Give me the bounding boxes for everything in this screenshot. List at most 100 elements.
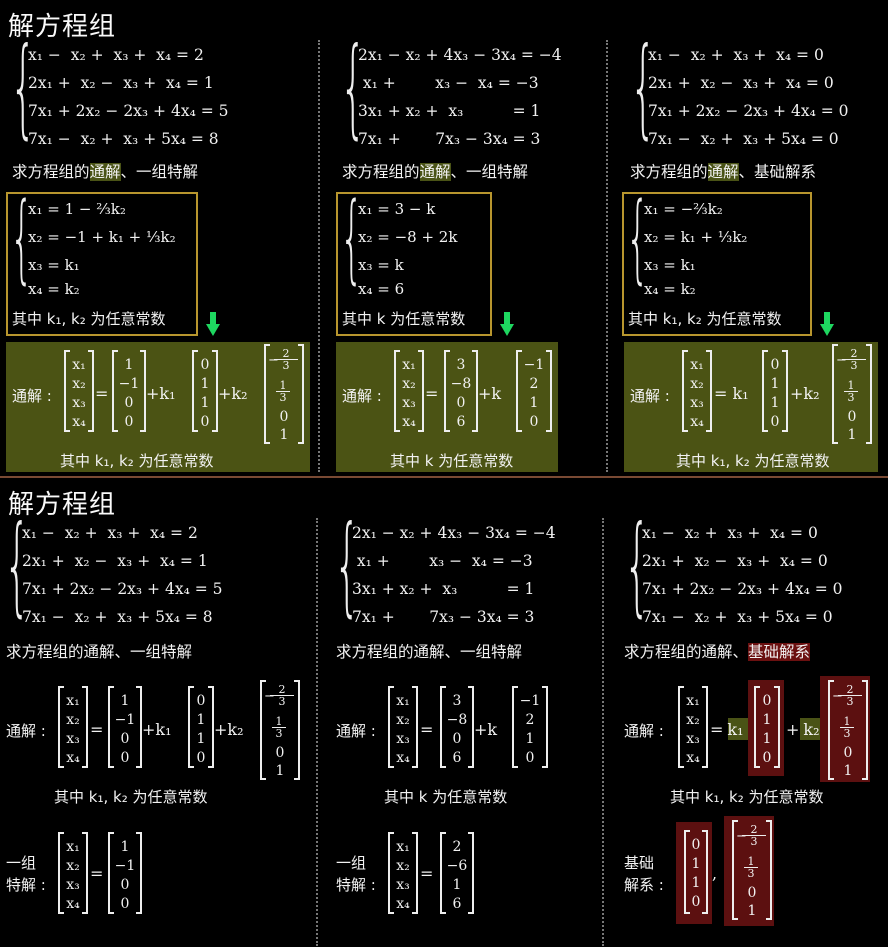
constant-note: 其中 k₁, k₂ 为任意常数 <box>628 310 782 328</box>
equation-line: x₁ − x₂ + x₃ + x₄ = 0 <box>642 524 818 542</box>
highlight-general: 通解 <box>707 163 739 181</box>
equation-line: x₁ − x₂ + x₃ + x₄ = 2 <box>28 46 204 64</box>
constant-note: 其中 k 为任意常数 <box>390 452 514 470</box>
vector-basis-2: −2 3 13 01 <box>264 344 304 444</box>
solution-box-1: { x₁ = 1 − ⅔k₂ x₂ = −1 + k₁ + ⅓k₂ x₃ = k… <box>6 190 198 336</box>
general-label: 通解 : <box>624 722 664 740</box>
column-divider <box>606 40 608 472</box>
vector-particular: 1 −1 0 0 <box>112 350 146 432</box>
comma: , <box>712 864 718 883</box>
vector-x: x₁ x₂ x₃ x₄ <box>58 686 88 768</box>
plus-k2: +k₂ <box>786 720 820 739</box>
vector-basis: −1 2 1 0 <box>516 350 552 432</box>
vector-basis-2: −2 3 13 01 <box>828 680 868 780</box>
constant-note: 其中 k₁, k₂ 为任意常数 <box>676 452 830 470</box>
equation-line: 7x₁ + 2x₂ − 2x₃ + 4x₄ = 5 <box>28 102 229 120</box>
solution-line: x₃ = k₁ <box>644 256 696 274</box>
highlight-general: 通解 <box>419 163 451 181</box>
equals-sign: = <box>425 384 439 403</box>
equals-sign: = <box>420 720 434 739</box>
constant-note: 其中 k₁, k₂ 为任意常数 <box>54 788 208 806</box>
particular-label: 特解 : <box>336 876 376 894</box>
question-text: 求方程组的通解、一组特解 <box>342 163 529 181</box>
plus-k1: +k₁ <box>142 720 172 739</box>
question-text: 求方程组的通解、一组特解 <box>6 643 193 661</box>
column-divider <box>318 40 320 472</box>
equals-sign: = <box>90 864 104 883</box>
plus-k1: +k₁ <box>146 384 176 403</box>
column-divider <box>602 518 604 946</box>
constant-note: 其中 k₁, k₂ 为任意常数 <box>60 452 214 470</box>
question-text: 求方程组的通解、一组特解 <box>336 643 523 661</box>
equation-line: 2x₁ − x₂ + 4x₃ − 3x₄ = −4 <box>358 46 562 64</box>
equation-system-2: { 2x₁ − x₂ + 4x₃ − 3x₄ = −4 x₁ + x₃ − x₄… <box>334 512 584 636</box>
general-label: 通解 : <box>630 387 670 405</box>
general-label: 通解 : <box>6 722 46 740</box>
equation-line: 7x₁ + 7x₃ − 3x₄ = 3 <box>358 130 541 148</box>
vector-x: x₁ x₂ x₃ x₄ <box>394 350 424 432</box>
equation-line: 2x₁ − x₂ + 4x₃ − 3x₄ = −4 <box>352 524 556 542</box>
plus-k: +k <box>474 720 498 739</box>
vector-basis-2: −2 3 13 01 <box>260 680 300 780</box>
solution-box-2: { x₁ = 3 − k x₂ = −8 + 2k x₃ = k x₄ = 6 … <box>336 190 492 336</box>
solution-line: x₂ = −8 + 2k <box>358 228 458 246</box>
equation-line: 2x₁ + x₂ − x₃ + x₄ = 0 <box>642 552 828 570</box>
vector-x: x₁ x₂ x₃ x₄ <box>64 350 94 432</box>
equation-system-3: { x₁ − x₂ + x₃ + x₄ = 0 2x₁ + x₂ − x₃ + … <box>624 512 874 636</box>
equation-line: x₁ + x₃ − x₄ = −3 <box>358 74 539 92</box>
basis-vector-1: 0110 <box>684 830 708 914</box>
equation-system-3: { x₁ − x₂ + x₃ + x₄ = 0 2x₁ + x₂ − x₃ + … <box>630 34 880 158</box>
solution-line: x₃ = k <box>358 256 404 274</box>
constant-note: 其中 k 为任意常数 <box>342 310 466 328</box>
equals-sign: = <box>95 384 109 403</box>
solution-line: x₂ = −1 + k₁ + ⅓k₂ <box>28 228 176 246</box>
equation-line: 7x₁ + 2x₂ − 2x₃ + 4x₄ = 0 <box>642 580 843 598</box>
equation-line: 7x₁ + 2x₂ − 2x₃ + 4x₄ = 0 <box>648 102 849 120</box>
equation-line: 3x₁ + x₂ + x₃ = 1 <box>352 580 535 598</box>
equation-line: 3x₁ + x₂ + x₃ = 1 <box>358 102 541 120</box>
highlight-general: 通解 <box>89 163 121 181</box>
plus-k2: +k₂ <box>214 720 244 739</box>
vector-basis-1: 0110 <box>188 686 214 768</box>
vector-particular: 3 −8 0 6 <box>440 686 474 768</box>
vector-x: x₁ x₂ x₃ x₄ <box>388 686 418 768</box>
column-divider <box>316 518 318 946</box>
general-label: 通解 : <box>336 722 376 740</box>
equation-line: 2x₁ + x₂ − x₃ + x₄ = 0 <box>648 74 834 92</box>
vector-particular: 2 −6 1 6 <box>440 832 474 914</box>
equation-line: 7x₁ − x₂ + x₃ + 5x₄ = 0 <box>648 130 839 148</box>
vector-basis-1: 0110 <box>192 350 218 432</box>
section-divider <box>0 476 888 478</box>
particular-label: 特解 : <box>6 876 46 894</box>
basis-vector-2: −2 3 13 01 <box>732 820 772 920</box>
equation-line: x₁ − x₂ + x₃ + x₄ = 0 <box>648 46 824 64</box>
vector-x: x₁ x₂ x₃ x₄ <box>388 832 418 914</box>
plus-k2: +k₂ <box>218 384 248 403</box>
vector-basis-1: 0110 <box>754 686 780 768</box>
vector-x: x₁ x₂ x₃ x₄ <box>58 832 88 914</box>
equation-line: 7x₁ − x₂ + x₃ + 5x₄ = 0 <box>642 608 833 626</box>
equation-line: 2x₁ + x₂ − x₃ + x₄ = 1 <box>28 74 214 92</box>
vector-basis-1: 0110 <box>762 350 788 432</box>
solution-line: x₃ = k₁ <box>28 256 80 274</box>
question-text: 求方程组的通解、一组特解 <box>12 163 199 181</box>
solution-line: x₁ = −⅔k₂ <box>644 200 723 218</box>
highlight-basis: 基础解系 <box>748 643 811 661</box>
vector-basis-2: −2 3 13 01 <box>832 344 872 444</box>
constant-note: 其中 k₁, k₂ 为任意常数 <box>670 788 824 806</box>
solution-line: x₄ = 6 <box>358 280 405 298</box>
general-label: 通解 : <box>342 387 382 405</box>
particular-label: 一组 <box>6 854 37 872</box>
arrow-down-icon <box>206 312 220 338</box>
arrow-down-icon <box>500 312 514 338</box>
vector-particular: 1 −1 0 0 <box>108 686 142 768</box>
question-text: 求方程组的通解、基础解系 <box>630 163 817 181</box>
equals-sign: = <box>90 720 104 739</box>
equals-sign: = <box>420 864 434 883</box>
equation-line: 7x₁ − x₂ + x₃ + 5x₄ = 8 <box>22 608 213 626</box>
equation-line: 7x₁ + 2x₂ − 2x₃ + 4x₄ = 5 <box>22 580 223 598</box>
arrow-down-icon <box>820 312 834 338</box>
solution-line: x₁ = 3 − k <box>358 200 436 218</box>
plus-k2: +k₂ <box>790 384 820 403</box>
equation-line: 7x₁ − x₂ + x₃ + 5x₄ = 8 <box>28 130 219 148</box>
